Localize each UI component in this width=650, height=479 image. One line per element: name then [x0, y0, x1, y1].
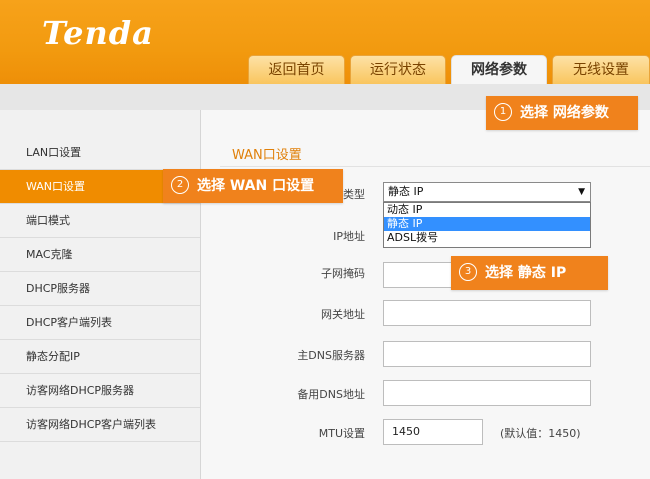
mtu-input[interactable]: 1450	[383, 419, 483, 445]
section-divider	[220, 166, 650, 167]
connection-type-dropdown: 动态 IP 静态 IP ADSL拨号	[383, 202, 591, 248]
backup-dns-label: 备用DNS地址	[297, 388, 365, 401]
step-number-3: 3	[459, 263, 477, 281]
subnet-mask-label: 子网掩码	[321, 267, 365, 280]
gateway-label: 网关地址	[321, 308, 365, 321]
step-number-2: 2	[171, 176, 189, 194]
connection-type-select[interactable]: 静态 IP ▼	[383, 182, 591, 202]
section-title: WAN口设置	[232, 148, 302, 163]
chevron-down-icon: ▼	[578, 187, 585, 197]
primary-dns-input[interactable]	[383, 341, 591, 367]
sidebar-item-lan[interactable]: LAN口设置	[0, 136, 200, 170]
tenda-logo: Tenda	[42, 14, 154, 52]
callout-step-3-text: 选择 静态 IP	[485, 265, 567, 281]
tab-run-status[interactable]: 运行状态	[350, 55, 446, 84]
mtu-label: MTU设置	[318, 427, 365, 440]
sidebar-item-dhcp-server[interactable]: DHCP服务器	[0, 272, 200, 306]
connection-type-value: 静态 IP	[388, 185, 424, 198]
backup-dns-input[interactable]	[383, 380, 591, 406]
mtu-default-note: (默认值：1450)	[500, 427, 581, 440]
ip-address-label: IP地址	[333, 230, 365, 243]
tab-wireless-settings[interactable]: 无线设置	[552, 55, 650, 84]
sidebar-item-guest-dhcp-client-list[interactable]: 访客网络DHCP客户端列表	[0, 408, 200, 442]
callout-step-3: 3 选择 静态 IP	[451, 256, 608, 290]
sidebar-item-port-mode[interactable]: 端口模式	[0, 204, 200, 238]
callout-step-2-text: 选择 WAN 口设置	[197, 178, 315, 194]
tab-home[interactable]: 返回首页	[248, 55, 345, 84]
sidebar-item-static-ip[interactable]: 静态分配IP	[0, 340, 200, 374]
option-dynamic-ip[interactable]: 动态 IP	[384, 203, 590, 217]
sidebar-item-mac-clone[interactable]: MAC克隆	[0, 238, 200, 272]
option-static-ip[interactable]: 静态 IP	[384, 217, 590, 231]
callout-step-2: 2 选择 WAN 口设置	[163, 169, 343, 203]
option-adsl[interactable]: ADSL拨号	[384, 231, 590, 245]
callout-step-1: 1 选择 网络参数	[486, 96, 638, 130]
callout-step-1-text: 选择 网络参数	[520, 105, 609, 121]
step-number-1: 1	[494, 103, 512, 121]
gateway-input[interactable]	[383, 300, 591, 326]
header-bar: Tenda 返回首页 运行状态 网络参数 无线设置	[0, 0, 650, 85]
primary-dns-label: 主DNS服务器	[297, 349, 365, 362]
sidebar-item-dhcp-client-list[interactable]: DHCP客户端列表	[0, 306, 200, 340]
tab-network-params[interactable]: 网络参数	[451, 55, 547, 85]
sidebar-item-guest-dhcp-server[interactable]: 访客网络DHCP服务器	[0, 374, 200, 408]
